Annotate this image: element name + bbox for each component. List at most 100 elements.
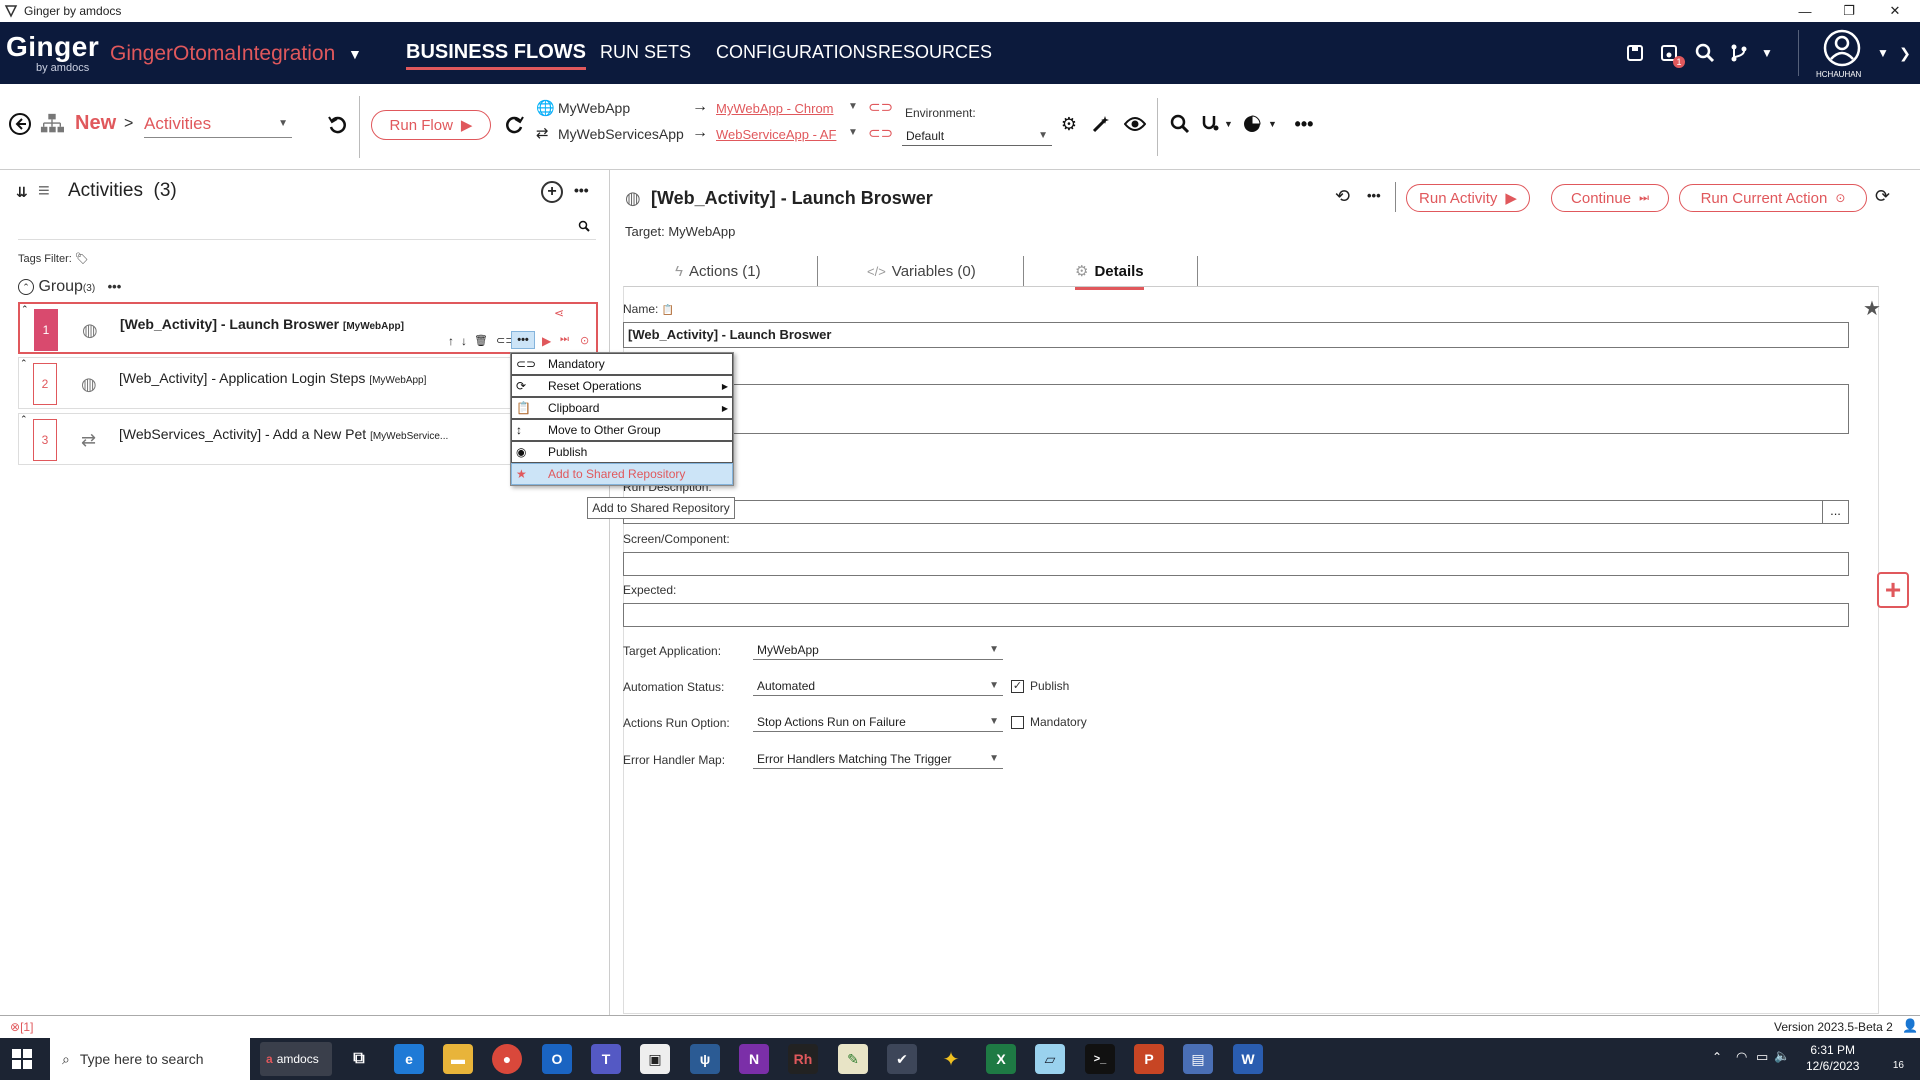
- collapse-group-icon[interactable]: ⌃: [18, 278, 34, 295]
- tray-chevron-up-icon[interactable]: ⌃: [1712, 1050, 1722, 1064]
- tab-actions[interactable]: ϟ Actions (1): [675, 258, 761, 284]
- activities-search-input[interactable]: [18, 216, 596, 240]
- magic-wand-icon[interactable]: [1089, 112, 1113, 136]
- back-icon[interactable]: [8, 112, 32, 136]
- reports-pie-icon[interactable]: [1240, 112, 1264, 136]
- gear-icon[interactable]: ⚙: [1057, 112, 1081, 136]
- stop-icon[interactable]: ⊙: [580, 334, 589, 347]
- share-icon[interactable]: ⋖: [554, 306, 564, 320]
- agent-selector[interactable]: MyWebApp - Chrom: [716, 101, 834, 116]
- menu-item-reset-operations[interactable]: ⟳ Reset Operations ▶: [511, 375, 733, 397]
- notification-center-icon[interactable]: 16: [1878, 1047, 1904, 1071]
- save-all-icon[interactable]: [1622, 40, 1648, 66]
- more-options-icon[interactable]: •••: [1367, 188, 1381, 203]
- restore-button[interactable]: ❐: [1826, 0, 1872, 22]
- automation-status-dropdown[interactable]: Automated ▼: [753, 676, 1003, 696]
- reset-icon[interactable]: [502, 112, 526, 136]
- move-down-icon[interactable]: ↓: [461, 334, 467, 348]
- name-field[interactable]: [Web_Activity] - Launch Broswer: [623, 322, 1849, 348]
- run-current-action-button[interactable]: Run Current Action ⊙: [1679, 184, 1867, 212]
- undo-icon[interactable]: [326, 112, 350, 136]
- error-handler-dropdown[interactable]: Error Handlers Matching The Trigger ▼: [753, 749, 1003, 769]
- chevron-down-icon[interactable]: ▼: [1224, 119, 1233, 129]
- windows-start-icon[interactable]: [12, 1049, 32, 1069]
- notepad-icon[interactable]: ▱: [1035, 1044, 1065, 1074]
- continue-button[interactable]: Continue ⏭: [1551, 184, 1669, 212]
- user-avatar-icon[interactable]: [1822, 28, 1862, 68]
- tag-icon[interactable]: 🏷: [75, 253, 89, 265]
- eye-icon[interactable]: [1123, 112, 1147, 136]
- move-up-icon[interactable]: ↑: [448, 334, 454, 348]
- list-menu-icon[interactable]: ≡: [38, 180, 50, 203]
- menu-item-add-to-shared-repository[interactable]: ★ Add to Shared Repository: [511, 463, 733, 485]
- add-expand-icon[interactable]: +: [1877, 572, 1909, 608]
- search-icon[interactable]: [1168, 112, 1192, 136]
- clipboard-icon[interactable]: 📋: [662, 305, 674, 316]
- collapse-icon[interactable]: ⌃: [20, 358, 28, 369]
- agent-status-icon[interactable]: ⊂⊃: [868, 98, 893, 116]
- solution-dropdown-icon[interactable]: ▼: [348, 46, 362, 62]
- environment-dropdown[interactable]: Default ▼: [902, 126, 1052, 146]
- agent-status-icon[interactable]: ⊂⊃: [868, 124, 893, 142]
- collapse-icon[interactable]: ⌃: [21, 304, 29, 315]
- chrome-icon[interactable]: ●: [492, 1044, 522, 1074]
- notepadpp-icon[interactable]: ✎: [838, 1044, 868, 1074]
- run-from-here-icon[interactable]: ⏭: [560, 334, 569, 345]
- add-activity-icon[interactable]: +: [541, 181, 563, 203]
- activity-item[interactable]: ⌃ 1 ◍ [Web_Activity] - Launch Broswer [M…: [18, 302, 598, 354]
- menu-item-mandatory[interactable]: ⊂⊃ Mandatory: [511, 353, 733, 375]
- chevron-down-icon[interactable]: ▼: [1268, 119, 1277, 129]
- star-icon[interactable]: ★: [1863, 296, 1881, 321]
- screen-component-field[interactable]: [623, 552, 1849, 576]
- remote-desktop-icon[interactable]: ▤: [1183, 1044, 1213, 1074]
- amdocs-taskbar-app[interactable]: a amdocs: [260, 1042, 332, 1076]
- postgres-icon[interactable]: ψ: [690, 1044, 720, 1074]
- powerpoint-icon[interactable]: P: [1134, 1044, 1164, 1074]
- source-control-icon[interactable]: [1726, 40, 1752, 66]
- tab-variables[interactable]: </> Variables (0): [867, 258, 976, 284]
- taskbar-clock[interactable]: 6:31 PM 12/6/2023: [1806, 1042, 1859, 1074]
- robohelp-icon[interactable]: Rh: [788, 1044, 818, 1074]
- delete-icon[interactable]: 🗑: [474, 334, 488, 347]
- excel-icon[interactable]: X: [986, 1044, 1016, 1074]
- taskbar-search-input[interactable]: ⌕ Type here to search: [50, 1038, 250, 1080]
- actions-run-option-dropdown[interactable]: Stop Actions Run on Failure ▼: [753, 712, 1003, 732]
- menu-item-clipboard[interactable]: 📋 Clipboard ▶: [511, 397, 733, 419]
- battery-icon[interactable]: ▭: [1756, 1049, 1768, 1065]
- terminal-icon[interactable]: >_: [1085, 1044, 1115, 1074]
- tab-details[interactable]: ⚙ Details: [1075, 258, 1144, 290]
- run-activity-button[interactable]: Run Activity ▶: [1406, 184, 1530, 212]
- expected-field[interactable]: [623, 603, 1849, 627]
- more-options-icon[interactable]: •••: [511, 331, 535, 349]
- outlook-icon[interactable]: O: [542, 1044, 572, 1074]
- app-icon[interactable]: ▣: [640, 1044, 670, 1074]
- tab-configurations[interactable]: CONFIGURATIONS: [716, 42, 878, 63]
- expand-all-icon[interactable]: ⇊: [16, 184, 28, 201]
- more-options-icon[interactable]: •••: [1292, 112, 1316, 136]
- tab-resources[interactable]: RESOURCES: [878, 42, 992, 63]
- chevron-down-icon[interactable]: ▼: [1754, 40, 1780, 66]
- analyzer-icon[interactable]: [1198, 112, 1222, 136]
- more-options-icon[interactable]: •••: [108, 279, 122, 294]
- wifi-icon[interactable]: ◠: [1736, 1049, 1747, 1065]
- target-application-dropdown[interactable]: MyWebApp ▼: [753, 640, 1003, 660]
- close-window-button[interactable]: ✕: [1872, 0, 1918, 22]
- run-activity-icon[interactable]: ▶: [542, 334, 551, 348]
- refresh-icon[interactable]: ⟳: [1875, 186, 1890, 207]
- chevron-down-icon[interactable]: ▼: [848, 127, 858, 138]
- collapse-icon[interactable]: ⌃: [20, 414, 28, 425]
- chevron-down-icon[interactable]: ▼: [848, 101, 858, 112]
- file-explorer-icon[interactable]: ▬: [443, 1044, 473, 1074]
- menu-item-publish[interactable]: ◉ Publish: [511, 441, 733, 463]
- word-icon[interactable]: W: [1233, 1044, 1263, 1074]
- activity-group-header[interactable]: ⌃ Group(3) •••: [18, 278, 121, 296]
- error-indicator[interactable]: ⊗[1]: [10, 1020, 33, 1034]
- more-options-icon[interactable]: •••: [574, 182, 589, 198]
- menu-item-move-to-group[interactable]: ↕ Move to Other Group: [511, 419, 733, 441]
- undo-icon[interactable]: ⟲: [1335, 186, 1350, 207]
- onenote-icon[interactable]: N: [739, 1044, 769, 1074]
- teams-icon[interactable]: T: [591, 1044, 621, 1074]
- agent-selector[interactable]: WebServiceApp - AF: [716, 127, 836, 142]
- flow-name-new[interactable]: New: [75, 112, 116, 135]
- mandatory-checkbox[interactable]: Mandatory: [1011, 715, 1087, 729]
